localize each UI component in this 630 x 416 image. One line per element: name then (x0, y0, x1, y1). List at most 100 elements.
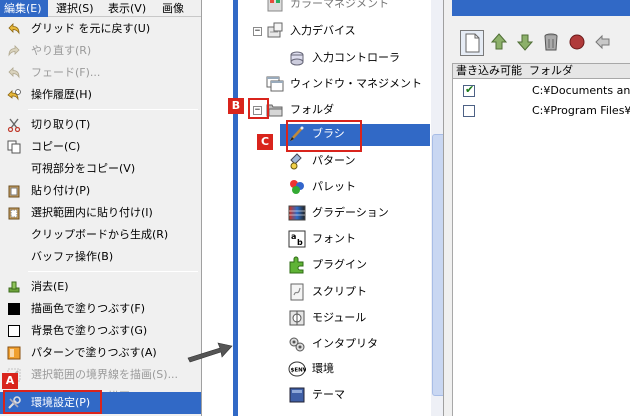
tree-item-label: パレット (312, 180, 356, 193)
undo-icon (7, 22, 21, 36)
delete-folder-button[interactable] (540, 30, 564, 56)
fade-icon (7, 66, 21, 80)
pattern-fill-icon (7, 346, 21, 360)
input-controllers-icon (288, 49, 306, 67)
reset-button[interactable] (566, 30, 590, 56)
move-up-button[interactable] (488, 30, 512, 56)
tree-item-label: インタプリタ (312, 337, 378, 350)
up-arrow-icon (490, 33, 508, 50)
menu-item-history[interactable]: 操作履歴(H) (0, 84, 201, 106)
menu-item-label: コピー(C) (31, 140, 81, 153)
menu-item-fill-fg[interactable]: 描画色で塗りつぶす(F) (0, 298, 201, 320)
menu-item-label: 切り取り(T) (31, 118, 91, 131)
column-header-writable[interactable]: 書き込み可能 (453, 64, 522, 80)
menu-item-undo[interactable]: グリッド を元に戻す(U) (0, 18, 201, 40)
down-arrow-icon (516, 34, 534, 51)
new-document-icon (465, 33, 480, 53)
menu-item-paste-into[interactable]: 選択範囲内に貼り付け(I) (0, 202, 201, 224)
tree-item-label: 入力コントローラ (312, 51, 400, 64)
tree-item-label: カラーマネジメント (290, 0, 389, 10)
annotation-box-b (248, 98, 269, 119)
menu-item-paste[interactable]: 貼り付け(P) (0, 180, 201, 202)
move-down-button[interactable] (514, 30, 538, 56)
menu-item-copy-visible[interactable]: 可視部分をコピー(V) (0, 158, 201, 180)
checkmark-icon: ✔ (465, 83, 475, 96)
menu-item-label: 選択範囲内に貼り付け(I) (31, 206, 153, 219)
folder-list: ✔ C:¥Documents and C:¥Program Files¥C (452, 79, 630, 416)
folder-row[interactable]: C:¥Program Files¥C (453, 101, 630, 121)
folder-row[interactable]: ✔ C:¥Documents and (453, 81, 630, 101)
cut-icon (7, 118, 21, 133)
writable-checkbox[interactable]: ✔ (463, 83, 475, 97)
new-folder-button[interactable] (460, 30, 484, 56)
interpreter-icon (288, 335, 306, 353)
annotation-box-a (3, 390, 102, 414)
menu-image[interactable]: 画像 (158, 0, 201, 17)
svg-text:b: b (297, 238, 303, 247)
tree-item-label: テーマ (312, 388, 345, 401)
menu-item-label: 消去(E) (31, 280, 69, 293)
paste-icon (7, 184, 21, 198)
menubar: 編集(E) 選択(S) 表示(V) 画像 (0, 0, 201, 17)
menu-item-label: 選択範囲の境界線を描画(S)... (31, 368, 179, 381)
environment-icon: $ENV (288, 360, 308, 378)
menu-item-paste-as-new[interactable]: クリップボードから生成(R) (0, 224, 201, 246)
menu-item-copy[interactable]: コピー(C) (0, 136, 201, 158)
folder-path: C:¥Documents and (532, 84, 630, 97)
revert-icon (595, 34, 610, 50)
theme-icon (288, 386, 306, 404)
stop-icon (569, 34, 585, 50)
folder-settings-panel: 書き込み可能 フォルダ ✔ C:¥Documents and C:¥Progra… (443, 0, 630, 416)
menu-item-label: バッファ操作(B) (31, 250, 114, 263)
preferences-tree: カラーマネジメント − 入力デバイス 入力コントローラ ウィンドウ・マネジメント… (228, 0, 448, 416)
writable-checkbox[interactable] (463, 105, 475, 117)
column-header-folder[interactable]: フォルダ (526, 64, 573, 80)
menu-item-label: グリッド を元に戻す(U) (31, 22, 151, 35)
gradient-icon (288, 204, 306, 222)
trash-icon (544, 33, 558, 51)
menu-item-label: やり直す(R) (31, 44, 92, 57)
tree-item-label: プラグイン (312, 258, 367, 271)
folder-path: C:¥Program Files¥C (532, 104, 630, 117)
menu-edit[interactable]: 編集(E) (0, 0, 48, 17)
menu-item-stroke-selection[interactable]: 選択範囲の境界線を描画(S)... (0, 364, 201, 386)
annotation-marker-a: A (2, 373, 18, 389)
menu-view[interactable]: 表示(V) (104, 0, 152, 17)
svg-text:$ENV: $ENV (291, 368, 307, 374)
menu-item-clear[interactable]: 消去(E) (0, 276, 201, 298)
menu-item-label: パターンで塗りつぶす(A) (31, 346, 157, 359)
folder-toolbar (452, 30, 630, 60)
menu-item-label: 背景色で塗りつぶす(G) (31, 324, 148, 337)
input-devices-icon (266, 22, 284, 40)
menu-item-cut[interactable]: 切り取り(T) (0, 114, 201, 136)
svg-text:a: a (291, 232, 296, 241)
tree-collapse-toggle[interactable]: − (253, 27, 262, 36)
menu-item-fill-bg[interactable]: 背景色で塗りつぶす(G) (0, 320, 201, 342)
menu-separator (28, 271, 198, 272)
annotation-marker-b: B (228, 98, 244, 114)
plugin-icon (288, 256, 306, 274)
menu-select[interactable]: 選択(S) (52, 0, 98, 17)
menu-item-fade[interactable]: フェード(F)... (0, 62, 201, 84)
copy-icon (7, 140, 21, 154)
tree-item-label: フォルダ (290, 103, 334, 116)
menu-item-fill-pattern[interactable]: パターンで塗りつぶす(A) (0, 342, 201, 364)
color-management-icon (266, 0, 284, 13)
tree-item-label: グラデーション (312, 206, 389, 219)
menu-item-redo[interactable]: やり直す(R) (0, 40, 201, 62)
menu-item-buffer[interactable]: バッファ操作(B) (0, 246, 201, 268)
tree-item-label: ウィンドウ・マネジメント (290, 77, 422, 90)
menu-item-label: クリップボードから生成(R) (31, 228, 169, 241)
revert-button[interactable] (592, 30, 616, 56)
paste-into-icon (7, 206, 21, 220)
font-icon: ab (288, 230, 306, 248)
script-icon (288, 283, 306, 301)
bg-fill-icon (7, 324, 21, 338)
tree-item-label: 入力デバイス (290, 24, 356, 37)
redo-icon (7, 44, 21, 58)
tree-item-label: スクリプト (312, 285, 367, 298)
tree-item-label: 環境 (312, 362, 334, 375)
window-management-icon (266, 75, 284, 93)
palette-icon (288, 178, 306, 196)
arrow-icon (187, 342, 233, 363)
